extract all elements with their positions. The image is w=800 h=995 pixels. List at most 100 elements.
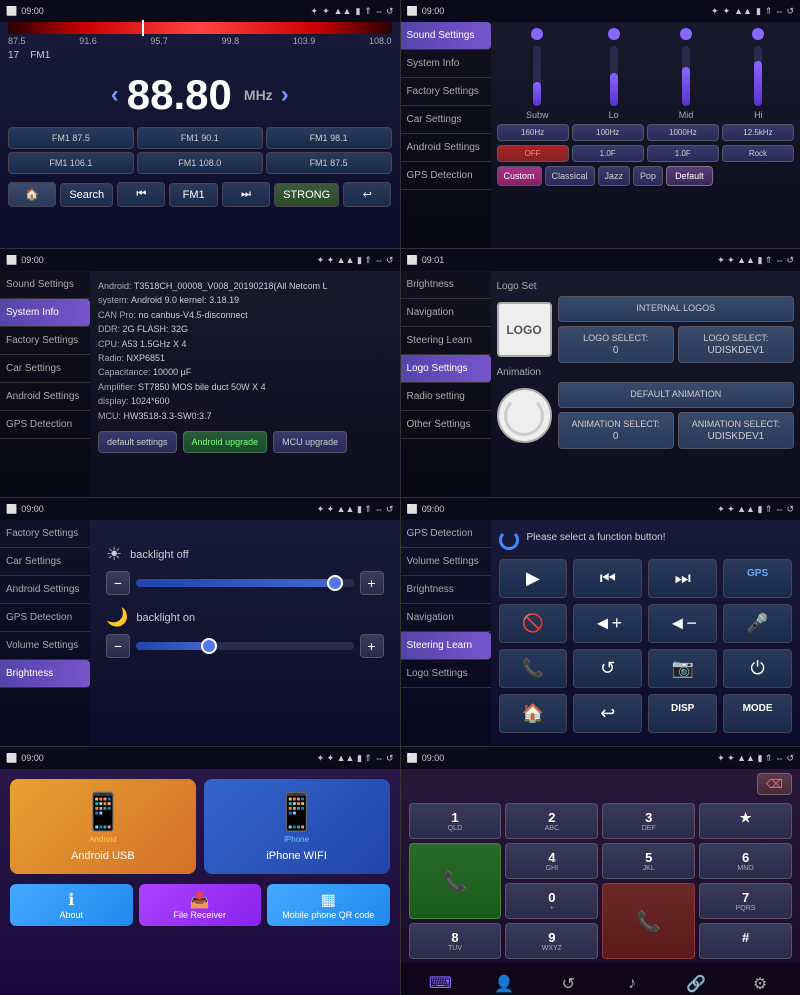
preset-btn-2[interactable]: FM1 90.1 — [137, 127, 263, 149]
footer-keyboard-icon[interactable]: ⌨ — [425, 969, 455, 995]
steer-next[interactable]: ⏭ — [648, 559, 717, 598]
steer-mute[interactable]: 🚫 — [499, 604, 568, 643]
backlight-off-minus[interactable]: − — [106, 571, 130, 595]
gain-1f-1[interactable]: 1.0F — [572, 145, 644, 162]
logo-menu-navigation[interactable]: Navigation — [401, 299, 491, 327]
back-button[interactable]: ↩ — [343, 182, 391, 207]
preset-jazz[interactable]: Jazz — [598, 166, 631, 186]
home-button[interactable]: 🏠 — [8, 182, 56, 207]
logo-select-udisk-btn[interactable]: LOGO SELECT: UDISKDEV1 — [678, 326, 794, 363]
freq-100hz[interactable]: 100Hz — [572, 124, 644, 141]
steer-camera[interactable]: 📷 — [648, 649, 717, 688]
key-5[interactable]: 5JKL — [602, 843, 695, 879]
default-settings-btn[interactable]: default settings — [98, 431, 177, 453]
logo-menu-radio[interactable]: Radio setting — [401, 383, 491, 411]
sysinfo-menu-android[interactable]: Android Settings — [0, 383, 90, 411]
about-button[interactable]: ℹ About — [10, 884, 133, 926]
bright-menu-factory[interactable]: Factory Settings — [0, 520, 90, 548]
footer-link-icon[interactable]: 🔗 — [681, 969, 711, 995]
footer-contacts-icon[interactable]: 👤 — [489, 969, 519, 995]
logo-menu-logo[interactable]: Logo Settings — [401, 355, 491, 383]
freq-160hz[interactable]: 160Hz — [497, 124, 569, 141]
backlight-on-plus[interactable]: + — [360, 634, 384, 658]
steer-menu-navigation[interactable]: Navigation — [401, 604, 491, 632]
steer-back[interactable]: ↩ — [573, 694, 642, 733]
preset-pop[interactable]: Pop — [633, 166, 663, 186]
file-receiver-button[interactable]: 📤 File Receiver — [139, 884, 262, 926]
preset-btn-3[interactable]: FM1 98.1 — [266, 127, 392, 149]
strong-button[interactable]: STRONG — [274, 183, 339, 207]
internal-logos-btn[interactable]: INTERNAL LOGOS — [558, 296, 795, 322]
steer-menu-brightness[interactable]: Brightness — [401, 576, 491, 604]
eq-hi-track[interactable] — [754, 46, 762, 106]
key-2[interactable]: 2ABC — [505, 803, 598, 839]
backlight-on-track[interactable] — [136, 642, 354, 650]
key-9[interactable]: 9WXYZ — [505, 923, 598, 959]
menu-sound-settings[interactable]: Sound Settings — [401, 22, 491, 50]
key-8[interactable]: 8TUV — [409, 923, 502, 959]
bright-menu-android[interactable]: Android Settings — [0, 576, 90, 604]
key-hash[interactable]: # — [699, 923, 792, 959]
default-button[interactable]: Default — [666, 166, 713, 186]
default-anim-btn[interactable]: DEFAULT ANIMATION — [558, 382, 795, 408]
key-3[interactable]: 3DEF — [602, 803, 695, 839]
iphone-wifi-button[interactable]: 📱 iPhone iPhone WIFI — [204, 779, 390, 874]
menu-car-settings[interactable]: Car Settings — [401, 106, 491, 134]
preset-btn-5[interactable]: FM1 108.0 — [137, 152, 263, 174]
backlight-on-minus[interactable]: − — [106, 634, 130, 658]
bright-menu-volume[interactable]: Volume Settings — [0, 632, 90, 660]
freq-up-arrow[interactable]: › — [281, 81, 289, 109]
steer-home[interactable]: 🏠 — [499, 694, 568, 733]
steer-call[interactable]: 📞 — [499, 649, 568, 688]
sysinfo-menu-factory[interactable]: Factory Settings — [0, 327, 90, 355]
prev-button[interactable]: ⏮ — [117, 182, 165, 207]
menu-android-settings[interactable]: Android Settings — [401, 134, 491, 162]
steer-vol-up[interactable]: ◄+ — [573, 604, 642, 643]
steer-mode[interactable]: MODE — [723, 694, 792, 733]
sysinfo-menu-car[interactable]: Car Settings — [0, 355, 90, 383]
backlight-on-thumb[interactable] — [201, 638, 217, 654]
logo-menu-brightness[interactable]: Brightness — [401, 271, 491, 299]
logo-menu-other[interactable]: Other Settings — [401, 411, 491, 439]
footer-settings-icon[interactable]: ⚙ — [745, 969, 775, 995]
key-star[interactable]: ★ — [699, 803, 792, 839]
steer-play[interactable]: ▶ — [499, 559, 568, 598]
mcu-upgrade-btn[interactable]: MCU upgrade — [273, 431, 347, 453]
logo-menu-steering[interactable]: Steering Learn — [401, 327, 491, 355]
preset-classical[interactable]: Classical — [545, 166, 595, 186]
steer-menu-steering[interactable]: Steering Learn — [401, 632, 491, 660]
android-upgrade-btn[interactable]: Android upgrade — [183, 431, 268, 453]
anim-select-0-btn[interactable]: ANIMATION SELECT: 0 — [558, 412, 674, 449]
bright-menu-car[interactable]: Car Settings — [0, 548, 90, 576]
delete-button[interactable]: ⌫ — [757, 773, 792, 795]
steer-gps[interactable]: GPS — [723, 559, 792, 598]
key-0[interactable]: 0+ — [505, 883, 598, 919]
key-6[interactable]: 6MNO — [699, 843, 792, 879]
gain-rock[interactable]: Rock — [722, 145, 794, 162]
footer-music-icon[interactable]: ♪ — [617, 969, 647, 995]
end-call-button[interactable]: 📞 — [602, 883, 695, 959]
preset-btn-1[interactable]: FM1 87.5 — [8, 127, 134, 149]
freq-1000hz[interactable]: 1000Hz — [647, 124, 719, 141]
steer-disp[interactable]: DISP — [648, 694, 717, 733]
key-1[interactable]: 1QLD — [409, 803, 502, 839]
sysinfo-menu-sound[interactable]: Sound Settings — [0, 271, 90, 299]
logo-select-0-btn[interactable]: LOGO SELECT: 0 — [558, 326, 674, 363]
freq-down-arrow[interactable]: ‹ — [111, 81, 119, 109]
sysinfo-menu-system[interactable]: System Info — [0, 299, 90, 327]
call-button[interactable]: 📞 — [409, 843, 502, 919]
key-7[interactable]: 7PQRS — [699, 883, 792, 919]
freq-12khz[interactable]: 12.5kHz — [722, 124, 794, 141]
menu-system-info[interactable]: System Info — [401, 50, 491, 78]
preset-btn-6[interactable]: FM1 87.5 — [266, 152, 392, 174]
steer-menu-logo[interactable]: Logo Settings — [401, 660, 491, 688]
steer-mic[interactable]: 🎤 — [723, 604, 792, 643]
backlight-off-thumb[interactable] — [327, 575, 343, 591]
bright-menu-brightness[interactable]: Brightness — [0, 660, 90, 688]
eq-mid-track[interactable] — [682, 46, 690, 106]
preset-btn-4[interactable]: FM1 106.1 — [8, 152, 134, 174]
steer-vol-down[interactable]: ◄− — [648, 604, 717, 643]
anim-select-udisk-btn[interactable]: ANIMATION SELECT: UDISKDEV1 — [678, 412, 794, 449]
steer-menu-volume[interactable]: Volume Settings — [401, 548, 491, 576]
next-button[interactable]: ⏭ — [222, 182, 270, 207]
